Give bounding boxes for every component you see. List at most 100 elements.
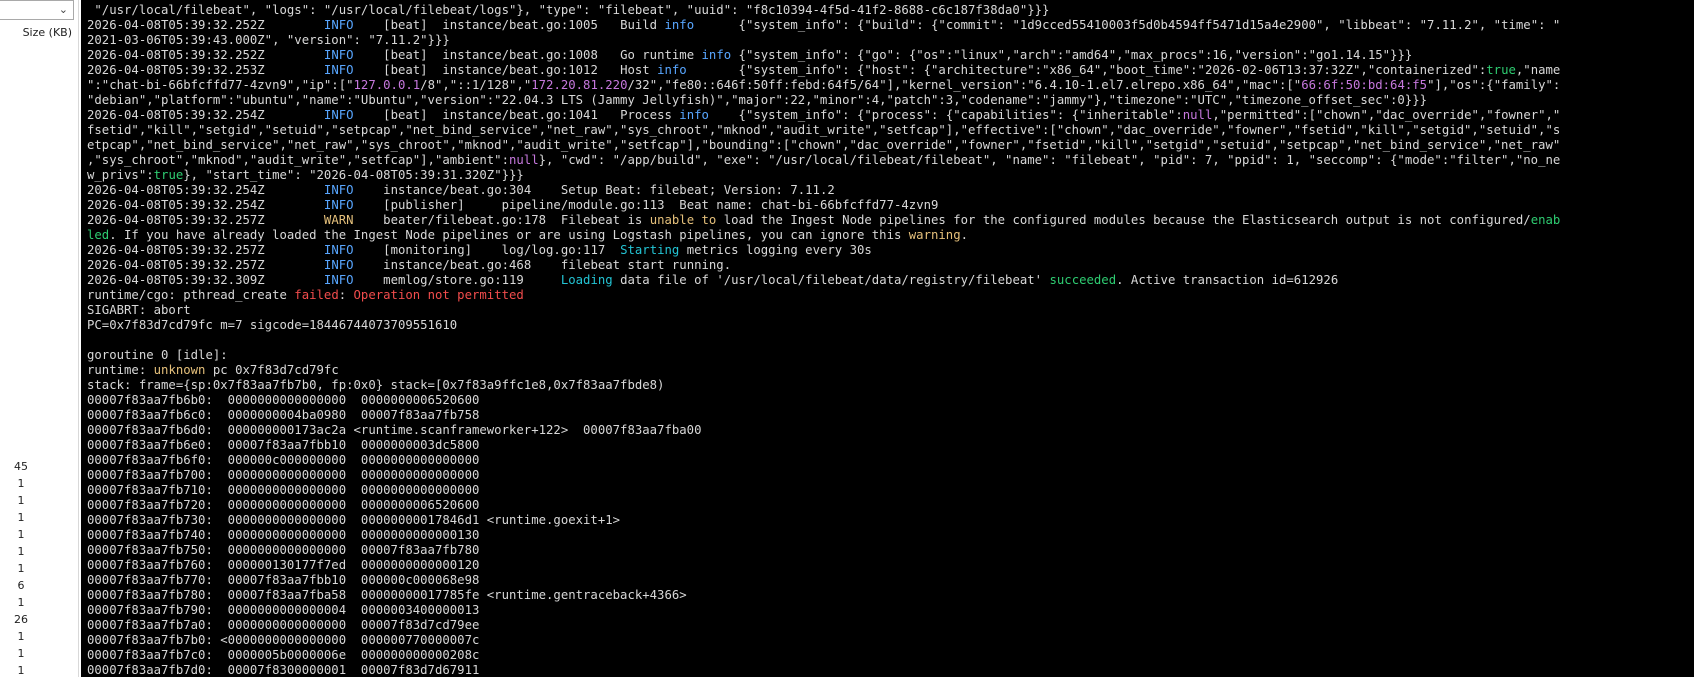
log-text: 2026-04-08T05:39:32.254Z	[87, 198, 324, 212]
log-line: 00007f83aa7fb7a0: 0000000000000000 00007…	[87, 618, 1694, 633]
log-text: 00007f83aa7fb760: 000000130177f7ed 00000…	[87, 558, 480, 572]
log-text: 2026-04-08T05:39:32.257Z	[87, 213, 324, 227]
log-text: {"system_info": {"build": {"commit": "1d…	[694, 18, 1561, 32]
log-text: SIGABRT: abort	[87, 303, 191, 317]
log-line: 00007f83aa7fb7b0: <0000000000000000 0000…	[87, 633, 1694, 648]
log-line: ":"chat-bi-66bfcffd77-4zvn9","ip":["127.…	[87, 78, 1694, 93]
log-line: 2026-04-08T05:39:32.257Z INFO instance/b…	[87, 258, 1694, 273]
log-line: 2021-03-06T05:39:43.000Z", "version": "7…	[87, 33, 1694, 48]
log-line: 2026-04-08T05:39:32.309Z INFO memlog/sto…	[87, 273, 1694, 288]
log-text: [monitoring] log/log.go:117	[353, 243, 621, 257]
size-cell[interactable]: 1	[0, 509, 42, 526]
log-text: load the Ingest Node pipelines for the c…	[716, 213, 1531, 227]
log-highlight: INFO	[323, 273, 354, 287]
log-text: 2026-04-08T05:39:32.252Z	[87, 48, 324, 62]
log-line: 00007f83aa7fb6c0: 0000000004ba0980 00007…	[87, 408, 1694, 423]
log-line: 00007f83aa7fb770: 00007f83aa7fbb10 00000…	[87, 573, 1694, 588]
log-line: runtime: unknown pc 0x7f83d7cd79fc	[87, 363, 1694, 378]
log-text: goroutine 0 [idle]:	[87, 348, 228, 362]
log-text: metrics logging every 30s	[679, 243, 872, 257]
log-text: }, "cwd": "/app/build", "exe": "/usr/loc…	[538, 153, 1561, 167]
size-cell[interactable]: 1	[0, 645, 42, 662]
log-highlight: WARN	[323, 213, 354, 227]
log-text: {"system_info": {"process": {"capabiliti…	[708, 108, 1183, 122]
log-highlight: INFO	[323, 108, 354, 122]
log-text: 00007f83aa7fb740: 0000000000000000 00000…	[87, 528, 480, 542]
log-line: 00007f83aa7fb6f0: 000000c000000000 00000…	[87, 453, 1694, 468]
log-text: 00007f83aa7fb790: 0000000000000004 00000…	[87, 603, 480, 617]
log-text: 2026-04-08T05:39:32.257Z	[87, 258, 324, 272]
log-highlight: null	[509, 153, 539, 167]
log-text: . If you have already loaded the Ingest …	[109, 228, 909, 242]
size-cell[interactable]: 1	[0, 628, 42, 645]
log-line: ,"sys_chroot","mknod","audit_write","set…	[87, 153, 1694, 168]
size-cell[interactable]: 1	[0, 475, 42, 492]
log-line: 00007f83aa7fb730: 0000000000000000 00000…	[87, 513, 1694, 528]
chevron-down-icon[interactable]: ⌄	[59, 3, 68, 16]
size-cell[interactable]: 1	[0, 526, 42, 543]
log-line: 2026-04-08T05:39:32.253Z INFO [beat] ins…	[87, 63, 1694, 78]
log-text: /32","fe80::646f:50ff:febd:64f5/64"],"ke…	[627, 78, 1302, 92]
log-line: 00007f83aa7fb790: 0000000000000004 00000…	[87, 603, 1694, 618]
log-text: 00007f83aa7fb7b0: <0000000000000000 0000…	[87, 633, 480, 647]
log-highlight: info	[664, 18, 695, 32]
file-list-panel: ⌄ Size (KB) 45 1 1 1 1 1 1 6 1 26 1 1 1	[0, 0, 79, 677]
size-column-header[interactable]: Size (KB)	[0, 26, 72, 39]
size-cell[interactable]: 1	[0, 560, 42, 577]
log-text: "/usr/local/filebeat", "logs": "/usr/loc…	[87, 3, 1050, 17]
log-output: "/usr/local/filebeat", "logs": "/usr/loc…	[87, 3, 1694, 677]
log-line: 00007f83aa7fb710: 0000000000000000 00000…	[87, 483, 1694, 498]
log-text: [beat] instance/beat.go:1008 Go runtime	[353, 48, 702, 62]
log-highlight: 172.20.81.220	[531, 78, 628, 92]
log-text: ,"sys_chroot","mknod","audit_write","set…	[87, 153, 509, 167]
log-text: [beat] instance/beat.go:1005 Build	[353, 18, 665, 32]
log-highlight: warning	[908, 228, 961, 242]
log-text: "debian","platform":"ubuntu","name":"Ubu…	[87, 93, 1428, 107]
log-text: 00007f83aa7fb7c0: 0000005b0000006e 00000…	[87, 648, 480, 662]
log-line: 00007f83aa7fb720: 0000000000000000 00000…	[87, 498, 1694, 513]
log-text: 00007f83aa7fb6f0: 000000c000000000 00000…	[87, 453, 480, 467]
log-line: runtime/cgo: pthread_create failed: Oper…	[87, 288, 1694, 303]
size-cell[interactable]: 1	[0, 662, 42, 679]
log-line: SIGABRT: abort	[87, 303, 1694, 318]
log-text: 00007f83aa7fb730: 0000000000000000 00000…	[87, 513, 621, 527]
log-text: /8","::1/128","	[420, 78, 532, 92]
log-text: [beat] instance/beat.go:1012 Host	[353, 63, 658, 77]
log-line: goroutine 0 [idle]:	[87, 348, 1694, 363]
log-text: {"system_info": {"host": {"architecture"…	[686, 63, 1487, 77]
size-cell[interactable]: 1	[0, 492, 42, 509]
log-line: "debian","platform":"ubuntu","name":"Ubu…	[87, 93, 1694, 108]
log-text: w_privs":	[87, 168, 154, 182]
log-text: instance/beat.go:304 Setup Beat: filebea…	[353, 183, 835, 197]
log-highlight: null	[1182, 108, 1213, 122]
log-text: etpcap","net_bind_service","net_raw","sy…	[87, 138, 1561, 152]
size-cell[interactable]: 1	[0, 543, 42, 560]
log-text: [beat] instance/beat.go:1041 Process	[353, 108, 680, 122]
log-text: 00007f83aa7fb700: 0000000000000000 00000…	[87, 468, 480, 482]
log-highlight: INFO	[323, 198, 354, 212]
log-text: }, "start_time": "2026-04-08T05:39:31.32…	[183, 168, 524, 182]
log-text: runtime/cgo: pthread_create	[87, 288, 295, 302]
log-text: 00007f83aa7fb6e0: 00007f83aa7fbb10 00000…	[87, 438, 480, 452]
log-text: pc 0x7f83d7cd79fc	[205, 363, 339, 377]
log-line: 2026-04-08T05:39:32.252Z INFO [beat] ins…	[87, 18, 1694, 33]
size-cell[interactable]: 1	[0, 594, 42, 611]
size-cell[interactable]: 45	[0, 458, 42, 475]
log-text: memlog/store.go:119	[353, 273, 561, 287]
log-line: 00007f83aa7fb780: 00007f83aa7fba58 00000…	[87, 588, 1694, 603]
log-line: 2026-04-08T05:39:32.254Z INFO instance/b…	[87, 183, 1694, 198]
size-cell[interactable]: 6	[0, 577, 42, 594]
log-text: 00007f83aa7fb710: 0000000000000000 00000…	[87, 483, 480, 497]
size-cell[interactable]: 26	[0, 611, 42, 628]
filter-dropdown[interactable]: ⌄	[0, 0, 74, 20]
log-text: 00007f83aa7fb770: 00007f83aa7fbb10 00000…	[87, 573, 480, 587]
log-text: 2026-04-08T05:39:32.254Z	[87, 108, 324, 122]
log-text: 2026-04-08T05:39:32.252Z	[87, 18, 324, 32]
log-text: 00007f83aa7fb750: 0000000000000000 00007…	[87, 543, 480, 557]
log-highlight: INFO	[323, 183, 354, 197]
log-text: 2026-04-08T05:39:32.309Z	[87, 273, 324, 287]
log-highlight: INFO	[323, 48, 354, 62]
log-viewer[interactable]: "/usr/local/filebeat", "logs": "/usr/loc…	[81, 0, 1694, 677]
log-highlight: info	[679, 108, 709, 122]
log-highlight: INFO	[323, 258, 354, 272]
